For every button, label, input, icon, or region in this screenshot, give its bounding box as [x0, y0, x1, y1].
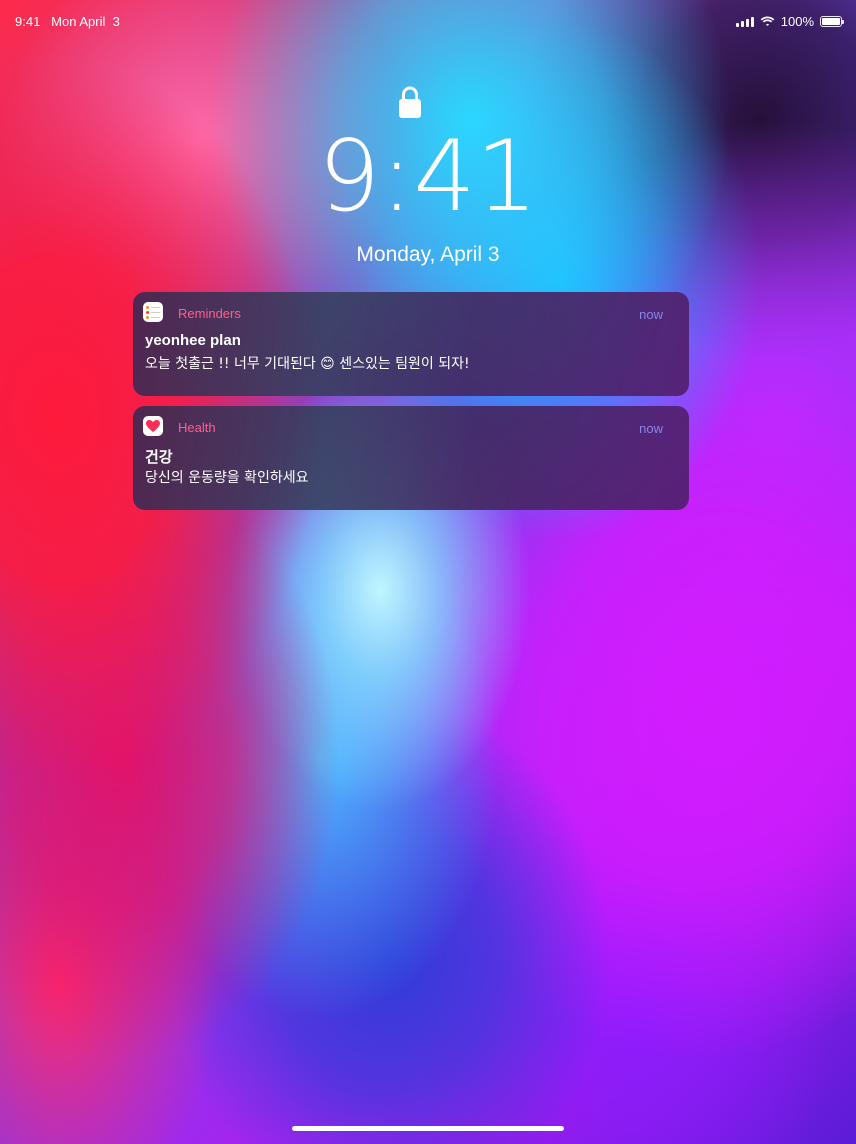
lock-screen-time: 9:41	[317, 120, 539, 234]
notification-title: yeonhee plan	[145, 332, 241, 349]
home-indicator[interactable]	[292, 1126, 564, 1131]
health-app-icon	[143, 416, 163, 436]
notification-app-name: Reminders	[178, 306, 241, 321]
notification-app-name: Health	[178, 420, 216, 435]
notification-reminders[interactable]: Reminders now yeonhee plan 오늘 첫출근 !! 너무 …	[133, 292, 689, 396]
notification-body: 당신의 운동량을 확인하세요	[145, 470, 309, 486]
signal-icon	[735, 16, 754, 27]
notification-time: now	[639, 421, 663, 436]
heart-icon	[146, 420, 160, 432]
notification-time: now	[639, 307, 663, 322]
status-time: 9:41 Mon April 3	[15, 14, 120, 29]
notification-title: 건강	[145, 449, 173, 466]
notification-health[interactable]: Health now 건강 당신의 운동량을 확인하세요	[133, 406, 689, 510]
lock-screen: 9:41 Mon April 3 100% 9:41 Monday, April…	[0, 0, 856, 1144]
status-date: Mon April 3	[51, 14, 120, 29]
battery-icon	[820, 16, 844, 27]
notification-body: 오늘 첫출근 !! 너무 기대된다 😊 센스있는 팀원이 되자!	[145, 356, 470, 372]
reminders-app-icon	[143, 302, 163, 322]
battery-percent: 100%	[780, 14, 814, 29]
status-bar: 9:41 Mon April 3 100%	[0, 0, 856, 42]
status-clock: 9:41	[15, 14, 41, 29]
battery-fill	[822, 18, 840, 25]
status-indicators: 100%	[735, 14, 844, 29]
lock-screen-date: Monday, April 3	[356, 243, 500, 266]
wifi-icon	[760, 16, 775, 26]
lock-icon	[399, 86, 421, 118]
